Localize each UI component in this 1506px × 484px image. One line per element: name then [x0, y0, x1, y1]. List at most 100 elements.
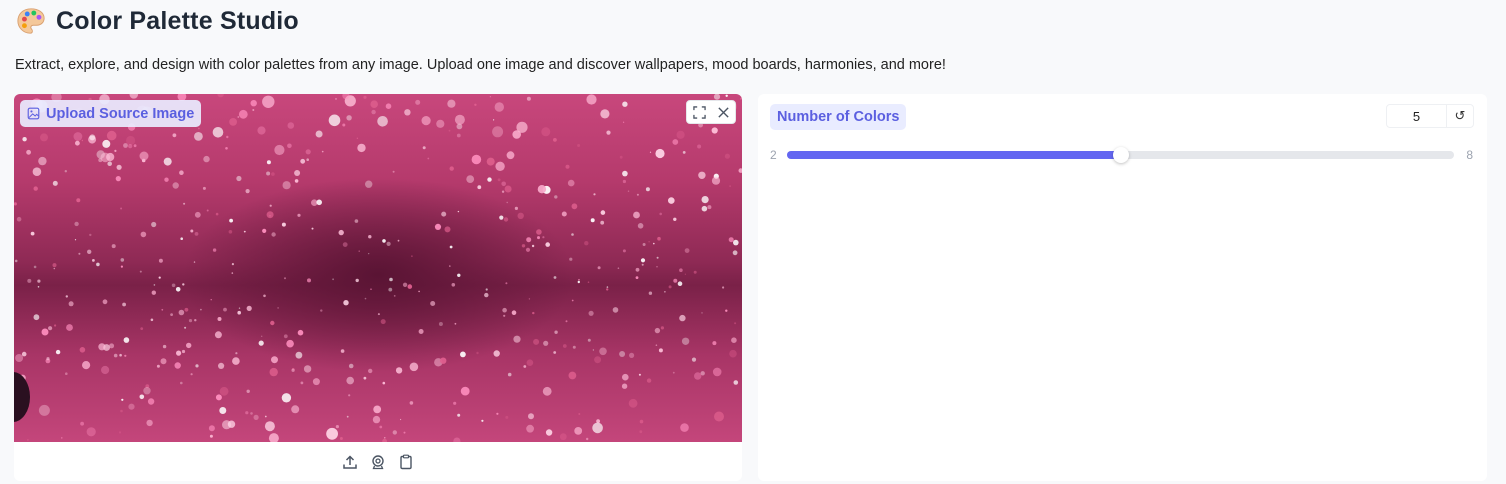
glitter-sparkle	[161, 308, 164, 311]
number-of-colors-stepper: ↺	[1386, 104, 1474, 128]
glitter-sparkle	[291, 405, 300, 414]
glitter-sparkle	[680, 423, 689, 432]
glitter-sparkle	[126, 135, 136, 146]
glitter-sparkle	[315, 130, 323, 138]
glitter-sparkle	[494, 102, 504, 112]
glitter-sparkle	[335, 98, 337, 100]
glitter-sparkle	[599, 347, 607, 356]
glitter-sparkle	[422, 146, 426, 150]
glitter-sparkle	[355, 278, 359, 283]
glitter-sparkle	[523, 365, 527, 368]
glitter-sparkle	[182, 283, 185, 286]
glitter-sparkle	[418, 290, 420, 293]
glitter-sparkle	[668, 285, 672, 289]
glitter-sparkle	[277, 307, 279, 309]
glitter-sparkle	[156, 364, 160, 368]
glitter-sparkle	[646, 378, 652, 383]
glitter-sparkle	[151, 290, 156, 295]
glitter-sparkle	[507, 372, 512, 377]
glitter-sparkle	[497, 178, 501, 182]
glitter-sparkle	[252, 109, 255, 111]
glitter-sparkle	[691, 357, 697, 362]
glitter-sparkle	[732, 250, 738, 256]
clipboard-button[interactable]	[397, 453, 415, 471]
glitter-sparkle	[203, 155, 210, 163]
glitter-sparkle	[217, 94, 224, 98]
glitter-sparkle	[629, 352, 635, 358]
source-image[interactable]	[14, 94, 742, 442]
close-button[interactable]	[711, 101, 735, 123]
glitter-sparkle	[407, 284, 413, 289]
glitter-sparkle	[48, 326, 53, 331]
glitter-sparkle	[511, 310, 517, 315]
glitter-sparkle	[40, 133, 48, 142]
glitter-sparkle	[397, 239, 400, 242]
slider-thumb[interactable]	[1112, 147, 1129, 163]
glitter-sparkle	[485, 288, 488, 291]
glitter-sparkle	[729, 185, 731, 187]
glitter-sparkle	[712, 341, 717, 346]
glitter-sparkle	[269, 204, 272, 207]
glitter-sparkle	[457, 273, 461, 277]
glitter-sparkle	[503, 217, 509, 222]
glitter-sparkle	[113, 353, 118, 358]
glitter-sparkle	[528, 298, 531, 300]
glitter-sparkle	[346, 115, 352, 121]
glitter-sparkle	[222, 420, 232, 430]
glitter-sparkle	[348, 363, 354, 369]
glitter-sparkle	[79, 347, 86, 353]
glitter-sparkle	[504, 185, 512, 193]
glitter-sparkle	[253, 414, 259, 420]
glitter-sparkle	[266, 160, 271, 165]
upload-label-text: Upload Source Image	[46, 105, 195, 122]
glitter-sparkle	[116, 164, 122, 170]
glitter-sparkle	[46, 357, 50, 361]
glitter-sparkle	[174, 362, 181, 369]
glitter-sparkle	[545, 242, 550, 247]
glitter-sparkle	[109, 343, 115, 349]
glitter-sparkle	[33, 314, 40, 321]
glitter-sparkle	[146, 419, 153, 427]
glitter-sparkle	[340, 349, 345, 353]
glitter-sparkle	[588, 310, 594, 316]
glitter-sparkle	[487, 177, 492, 182]
fullscreen-button[interactable]	[687, 101, 711, 123]
glitter-sparkle	[283, 334, 288, 339]
number-of-colors-slider[interactable]	[787, 147, 1454, 163]
number-of-colors-input[interactable]	[1387, 105, 1447, 127]
glitter-sparkle	[574, 427, 583, 435]
reset-button[interactable]: ↺	[1447, 105, 1473, 127]
glitter-sparkle	[565, 320, 568, 323]
glitter-sparkle	[332, 278, 334, 281]
glitter-sparkle	[653, 242, 655, 245]
glitter-sparkle	[660, 326, 665, 330]
glitter-sparkle	[140, 231, 147, 238]
glitter-sparkle	[486, 157, 495, 166]
glitter-sparkle	[181, 349, 186, 354]
glitter-sparkle	[514, 206, 518, 210]
glitter-sparkle	[684, 273, 687, 275]
glitter-sparkle	[679, 268, 683, 272]
glitter-sparkle	[188, 319, 193, 323]
glitter-sparkle	[106, 130, 117, 141]
glitter-sparkle	[262, 95, 275, 108]
glitter-sparkle	[592, 349, 595, 351]
glitter-sparkle	[368, 368, 373, 374]
glitter-sparkle	[415, 99, 421, 105]
glitter-sparkle	[121, 398, 124, 401]
glitter-sparkle	[250, 100, 257, 107]
glitter-sparkle	[449, 265, 451, 267]
glitter-sparkle	[448, 129, 451, 132]
glitter-sparkle	[82, 361, 91, 370]
glitter-sparkle	[287, 122, 295, 129]
glitter-sparkle	[120, 265, 123, 268]
glitter-sparkle	[320, 309, 323, 312]
upload-button[interactable]	[341, 453, 359, 471]
glitter-sparkle	[672, 139, 679, 145]
glitter-sparkle	[231, 263, 234, 266]
glitter-sparkle	[371, 109, 376, 115]
webcam-button[interactable]	[369, 453, 387, 471]
glitter-sparkle	[307, 278, 311, 283]
glitter-sparkle	[215, 394, 222, 401]
glitter-sparkle	[584, 241, 589, 246]
